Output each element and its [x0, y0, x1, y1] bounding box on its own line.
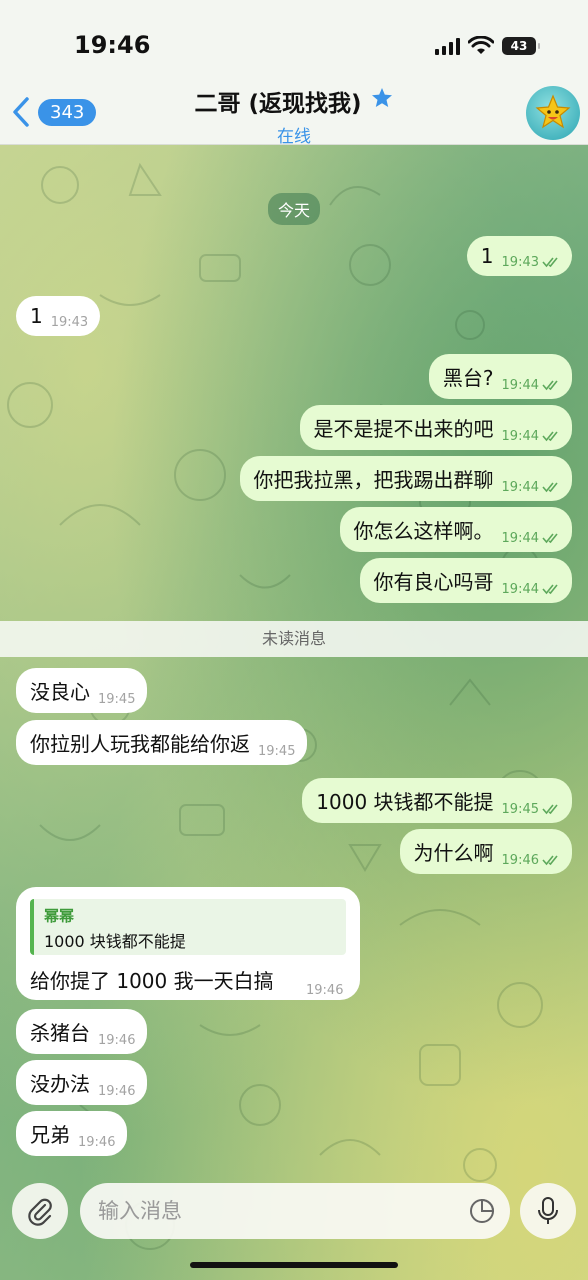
battery-icon: 43: [502, 37, 540, 55]
message-time: 19:46: [501, 853, 539, 868]
message-time: 19:44: [501, 480, 539, 495]
chat-title: 二哥 (返现找我): [194, 91, 362, 117]
message-text: 是不是提不出来的吧: [313, 417, 494, 441]
home-indicator[interactable]: [190, 1262, 398, 1268]
attach-button[interactable]: [12, 1183, 68, 1239]
message-text: 1000 块钱都不能提: [316, 790, 494, 814]
message-time: 19:46: [306, 983, 344, 998]
top-bar: 19:46 43 343 二哥 (返现找我) 在线: [0, 0, 588, 147]
double-check-icon: [542, 482, 558, 493]
date-separator: 今天: [268, 193, 321, 225]
message-text: 1: [480, 244, 494, 268]
message-bubble-incoming[interactable]: 没办法 19:46: [16, 1060, 148, 1105]
message-bubble-outgoing[interactable]: 是不是提不出来的吧 19:44: [299, 405, 572, 450]
message-time: 19:44: [501, 531, 539, 546]
message-bubble-outgoing[interactable]: 1000 块钱都不能提 19:45: [302, 778, 572, 823]
message-bubble-incoming[interactable]: 你拉别人玩我都能给你返 19:45: [16, 720, 308, 765]
chat-area[interactable]: 今天 未读消息 1 19:43 1 19:43 黑台? 19:44 是不是提不出…: [0, 145, 588, 1280]
message-time: 19:44: [501, 582, 539, 597]
message-time: 19:43: [501, 255, 539, 270]
cellular-signal-icon: [435, 37, 460, 55]
avatar[interactable]: [526, 86, 580, 140]
message-input-placeholder: 输入消息: [98, 1199, 182, 1223]
message-text: 兄弟: [30, 1123, 70, 1147]
wifi-icon: [468, 36, 494, 54]
message-text: 你拉别人玩我都能给你返: [30, 732, 250, 756]
message-text: 没办法: [30, 1072, 90, 1096]
message-bubble-outgoing[interactable]: 黑台? 19:44: [428, 354, 572, 399]
message-bubble-reply[interactable]: 幂幂 1000 块钱都不能提 给你提了 1000 我一天白搞 19:46: [16, 887, 360, 1000]
message-time: 19:45: [258, 744, 296, 759]
message-text: 你有良心吗哥: [373, 570, 494, 594]
message-bubble-incoming[interactable]: 没良心 19:45: [16, 668, 148, 713]
message-text: 杀猪台: [30, 1021, 90, 1045]
message-text: 给你提了 1000 我一天白搞: [30, 969, 274, 993]
double-check-icon: [542, 257, 558, 268]
quoted-message[interactable]: 幂幂 1000 块钱都不能提: [30, 899, 346, 955]
double-check-icon: [542, 584, 558, 595]
message-time: 19:46: [98, 1084, 136, 1099]
message-bubble-incoming[interactable]: 杀猪台 19:46: [16, 1009, 148, 1054]
microphone-icon: [538, 1197, 558, 1224]
status-time: 19:46: [74, 31, 151, 59]
message-bubble-outgoing[interactable]: 你有良心吗哥 19:44: [359, 558, 572, 603]
double-check-icon: [542, 431, 558, 442]
double-check-icon: [542, 533, 558, 544]
status-icons: 43: [435, 36, 540, 56]
message-input[interactable]: 输入消息: [80, 1183, 510, 1239]
avatar-star-icon: [535, 94, 571, 129]
double-check-icon: [542, 804, 558, 815]
unread-separator: 未读消息: [0, 621, 588, 657]
message-text: 你把我拉黑，把我踢出群聊: [253, 468, 494, 492]
chat-title-area[interactable]: 二哥 (返现找我) 在线: [0, 84, 588, 147]
message-text: 没良心: [30, 680, 90, 704]
message-bubble-outgoing[interactable]: 为什么啊 19:46: [399, 829, 572, 874]
message-bubble-incoming[interactable]: 兄弟 19:46: [16, 1111, 128, 1156]
message-time: 19:46: [78, 1135, 116, 1150]
paperclip-icon: [28, 1198, 52, 1226]
star-icon: [370, 86, 394, 116]
online-status: 在线: [277, 127, 311, 147]
message-time: 19:44: [501, 429, 539, 444]
message-text: 1: [30, 304, 43, 328]
double-check-icon: [542, 855, 558, 866]
message-time: 19:45: [501, 802, 539, 817]
quote-text: 1000 块钱都不能提: [44, 932, 186, 951]
message-time: 19:44: [501, 378, 539, 393]
message-bubble-outgoing[interactable]: 你把我拉黑，把我踢出群聊 19:44: [239, 456, 572, 501]
message-text: 黑台?: [442, 366, 494, 390]
message-time: 19:43: [50, 315, 89, 330]
quote-author: 幂幂: [44, 907, 75, 925]
message-bubble-outgoing[interactable]: 1 19:43: [466, 236, 572, 276]
message-text: 你怎么这样啊。: [353, 519, 494, 543]
message-bubble-outgoing[interactable]: 你怎么这样啊。 19:44: [339, 507, 572, 552]
message-text: 为什么啊: [413, 841, 494, 865]
message-bubble-incoming[interactable]: 1 19:43: [16, 296, 101, 336]
voice-record-button[interactable]: [520, 1183, 576, 1239]
message-time: 19:45: [98, 692, 136, 707]
message-time: 19:46: [98, 1033, 136, 1048]
double-check-icon: [542, 380, 558, 391]
sticker-icon[interactable]: [468, 1197, 496, 1225]
